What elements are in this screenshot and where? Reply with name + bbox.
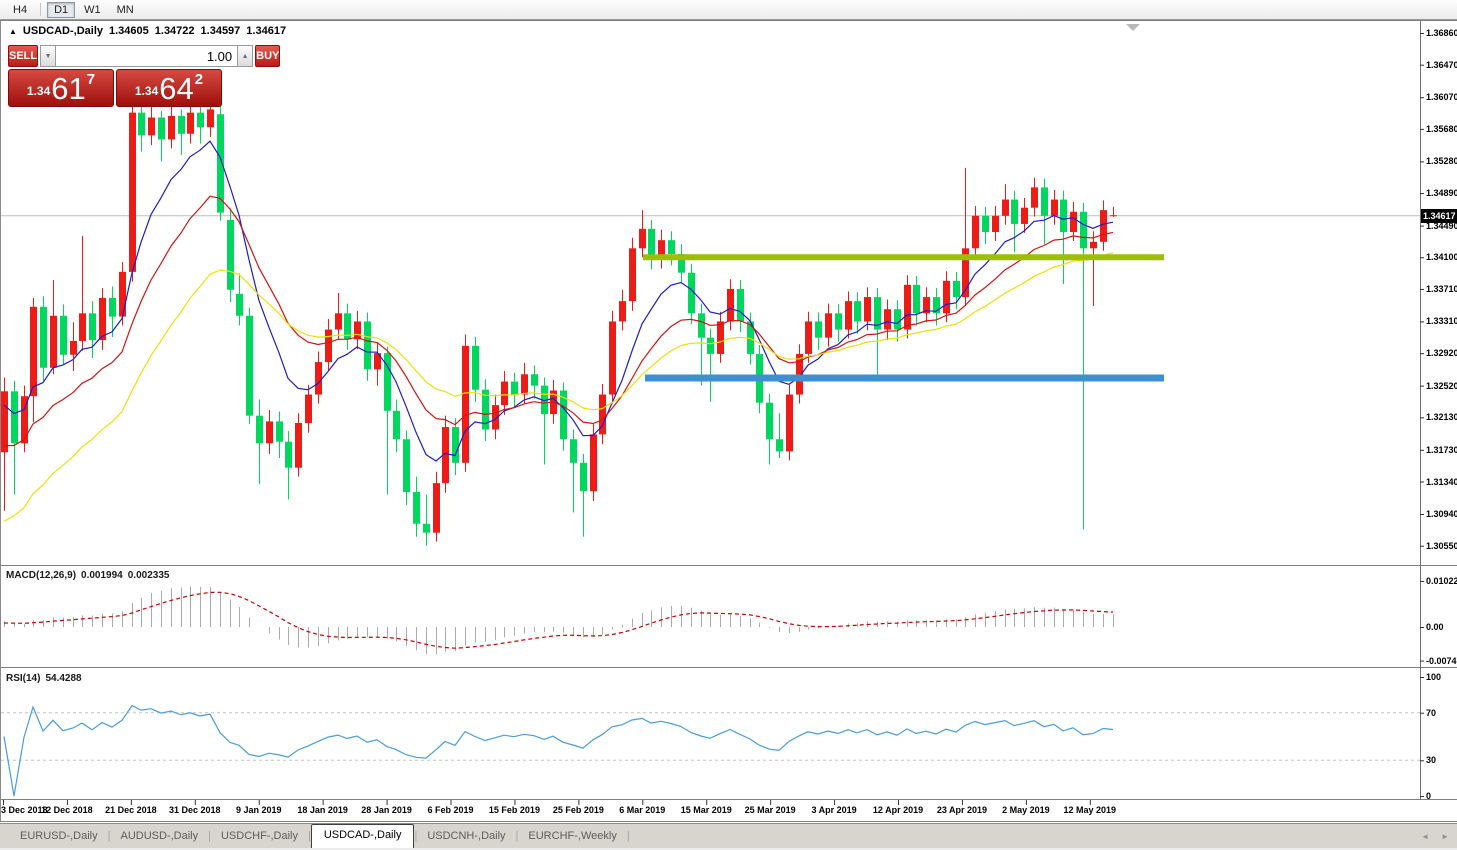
timeframe-button-w1[interactable]: W1: [77, 2, 108, 18]
volume-input[interactable]: [56, 45, 237, 67]
timeframe-button-d1[interactable]: D1: [47, 2, 75, 18]
tab-separator: |: [627, 830, 630, 848]
sell-price-prefix: 1.34: [27, 84, 50, 98]
ohlc-low: 1.34597: [201, 25, 241, 37]
symbol-tab-bar: EURUSD-,Daily|AUDUSD-,Daily|USDCHF-,Dail…: [0, 823, 1457, 848]
buy-price-box[interactable]: 1.34 64 2: [116, 69, 222, 107]
rsi-name: RSI(14): [6, 673, 40, 684]
tab-audusd[interactable]: AUDUSD-,Daily: [110, 826, 208, 848]
sell-price-pip: 7: [87, 70, 95, 88]
one-click-trade-panel: SELL ▼ ▲ BUY 1.34 61 7 1.34 64 2: [8, 45, 222, 107]
timeframe-button-h4[interactable]: H4: [6, 2, 34, 18]
buy-price-pip: 2: [195, 70, 203, 88]
current-price-tag: 1.34617: [1421, 209, 1457, 223]
macd-label: MACD(12,26,9) 0.001994 0.002335: [6, 570, 169, 581]
chart-canvas[interactable]: [0, 0, 1457, 850]
chart-title: ▲ USDCAD-,Daily 1.34605 1.34722 1.34597 …: [9, 25, 286, 37]
volume-stepper: ▼ ▲: [40, 45, 253, 67]
sell-price-box[interactable]: 1.34 61 7: [8, 69, 114, 107]
macd-name: MACD(12,26,9): [6, 570, 76, 581]
buy-price-prefix: 1.34: [135, 84, 158, 98]
tab-eurusd[interactable]: EURUSD-,Daily: [10, 826, 108, 848]
chevron-up-icon: ▲: [242, 53, 249, 60]
tab-eurchf[interactable]: EURCHF-,Weekly: [518, 826, 626, 848]
chevron-down-icon: ▼: [45, 53, 52, 60]
rsi-value: 54.4288: [45, 673, 81, 684]
sell-price-big: 61: [51, 74, 85, 103]
ohlc-open: 1.34605: [109, 25, 149, 37]
tab-scroll-left-icon[interactable]: ◄: [1421, 832, 1429, 841]
ohlc-close: 1.34617: [246, 25, 286, 37]
toolbar-separator: [40, 3, 41, 16]
volume-decrease-button[interactable]: ▼: [40, 45, 56, 67]
tab-usdcad[interactable]: USDCAD-,Daily: [311, 824, 415, 848]
volume-increase-button[interactable]: ▲: [237, 45, 253, 67]
tab-usdchf[interactable]: USDCHF-,Daily: [211, 826, 308, 848]
rsi-label: RSI(14) 54.4288: [6, 673, 82, 684]
macd-main-value: 0.001994: [81, 570, 123, 581]
macd-signal-value: 0.002335: [128, 570, 170, 581]
symbol-marker-icon: ▲: [9, 27, 17, 36]
tab-usdcnh[interactable]: USDCNH-,Daily: [417, 826, 515, 848]
buy-button[interactable]: BUY: [255, 45, 280, 67]
timeframe-button-mn[interactable]: MN: [110, 2, 141, 18]
ohlc-high: 1.34722: [155, 25, 195, 37]
timeframe-toolbar: H4 D1W1MN: [0, 0, 1457, 20]
buy-price-big: 64: [159, 74, 193, 103]
tab-scroll-right-icon[interactable]: ►: [1441, 832, 1449, 841]
tab-scroll-arrows: ◄►: [1421, 832, 1449, 841]
chart-symbol-label: USDCAD-,Daily: [23, 25, 103, 37]
sell-button[interactable]: SELL: [8, 45, 38, 67]
